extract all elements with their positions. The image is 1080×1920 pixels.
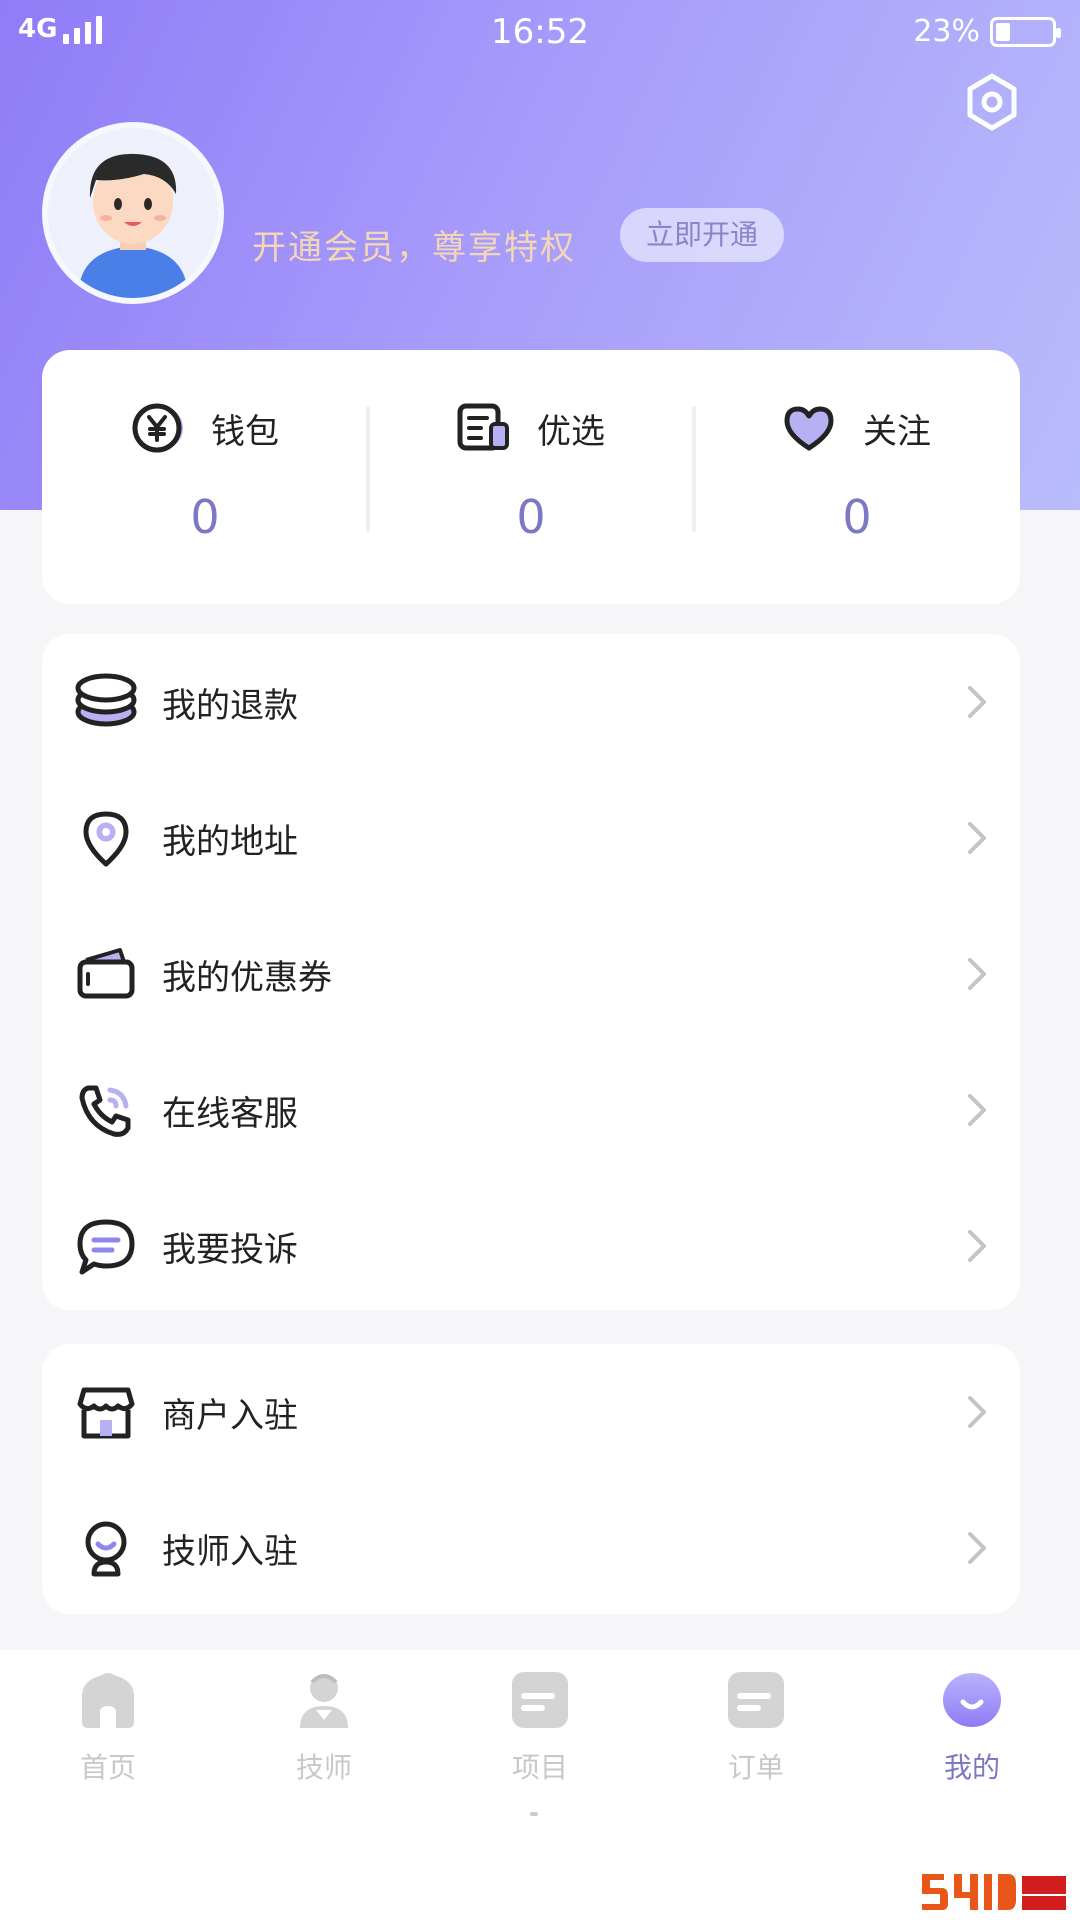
- stat-label: 钱包: [211, 411, 279, 452]
- menu-item-technician-join[interactable]: 技师入驻: [42, 1480, 1020, 1616]
- avatar[interactable]: [42, 122, 224, 304]
- main-menu-card: 我的退款 我的地址 我的优惠券 在线客服 我要投诉: [42, 634, 1020, 1310]
- stat-wallet[interactable]: 钱包 0: [42, 350, 368, 604]
- status-bar: 4G 16:52 23%: [0, 0, 1080, 64]
- chevron-right-icon: [968, 822, 986, 854]
- menu-item-label: 我的优惠券: [162, 958, 332, 998]
- tab-label: 我的: [943, 1751, 1000, 1784]
- chat-bubble-icon: [77, 1219, 135, 1275]
- menu-item-label: 我要投诉: [162, 1230, 298, 1270]
- home-indicator: [530, 1812, 538, 1816]
- person-icon: [300, 1674, 348, 1728]
- menu-item-address[interactable]: 我的地址: [42, 770, 1020, 906]
- chevron-right-icon: [968, 1396, 986, 1428]
- tab-orders[interactable]: 订单: [648, 1666, 864, 1796]
- menu-item-label: 在线客服: [162, 1094, 298, 1134]
- tab-label: 项目: [511, 1751, 568, 1784]
- coupon-icon: [77, 948, 135, 999]
- tab-mine[interactable]: 我的: [864, 1666, 1080, 1796]
- chevron-right-icon: [968, 686, 986, 718]
- phone-icon: [79, 1085, 131, 1137]
- stat-label: 关注: [863, 411, 931, 452]
- join-menu-card: 商户入驻 技师入驻: [42, 1344, 1020, 1614]
- chevron-right-icon: [968, 1532, 986, 1564]
- tab-projects[interactable]: 项目: [432, 1666, 648, 1796]
- battery-percent: 23%: [913, 14, 980, 49]
- document-icon: [457, 403, 509, 451]
- menu-item-coupons[interactable]: 我的优惠券: [42, 906, 1020, 1042]
- smile-icon: [943, 1673, 1001, 1727]
- chevron-right-icon: [968, 958, 986, 990]
- menu-item-label: 技师入驻: [162, 1532, 298, 1572]
- home-icon: [82, 1673, 134, 1728]
- yen-coin-icon: [132, 403, 183, 453]
- tab-home[interactable]: 首页: [0, 1666, 216, 1796]
- tab-technician[interactable]: 技师: [216, 1666, 432, 1796]
- menu-item-label: 我的地址: [162, 822, 298, 862]
- stat-label: 优选: [537, 411, 605, 452]
- battery-indicator: 23%: [913, 14, 1061, 49]
- technician-icon: [85, 1521, 127, 1577]
- avatar-boy-icon: [48, 128, 218, 298]
- battery-icon: [990, 16, 1061, 47]
- tab-label: 订单: [727, 1751, 784, 1784]
- tab-label: 技师: [295, 1751, 352, 1784]
- project-icon: [512, 1672, 568, 1728]
- tab-label: 首页: [79, 1751, 136, 1784]
- order-icon: [728, 1672, 784, 1728]
- vip-promo-text: 开通会员，尊享特权: [252, 228, 576, 268]
- stat-value: 0: [842, 490, 872, 544]
- menu-item-label: 我的退款: [162, 686, 298, 726]
- heart-icon: [784, 406, 834, 451]
- store-icon: [77, 1387, 135, 1439]
- stat-value: 0: [190, 490, 220, 544]
- menu-item-refund[interactable]: 我的退款: [42, 634, 1020, 770]
- settings-hexagon-icon: [967, 73, 1017, 131]
- menu-item-merchant-join[interactable]: 商户入驻: [42, 1344, 1020, 1480]
- coin-stack-icon: [75, 673, 137, 727]
- activate-vip-button[interactable]: 立即开通: [620, 208, 784, 262]
- settings-button[interactable]: [962, 72, 1022, 132]
- stat-follow[interactable]: 关注 0: [694, 350, 1020, 604]
- location-pin-icon: [83, 811, 129, 867]
- site-logo-watermark: [914, 1866, 1070, 1914]
- menu-item-complaint[interactable]: 我要投诉: [42, 1178, 1020, 1314]
- stat-value: 0: [516, 490, 546, 544]
- menu-item-customer-service[interactable]: 在线客服: [42, 1042, 1020, 1178]
- stats-card: 钱包 0 优选 0 关注 0: [42, 350, 1020, 604]
- chevron-right-icon: [968, 1094, 986, 1126]
- stat-selected[interactable]: 优选 0: [368, 350, 694, 604]
- menu-item-label: 商户入驻: [162, 1396, 298, 1436]
- chevron-right-icon: [968, 1230, 986, 1262]
